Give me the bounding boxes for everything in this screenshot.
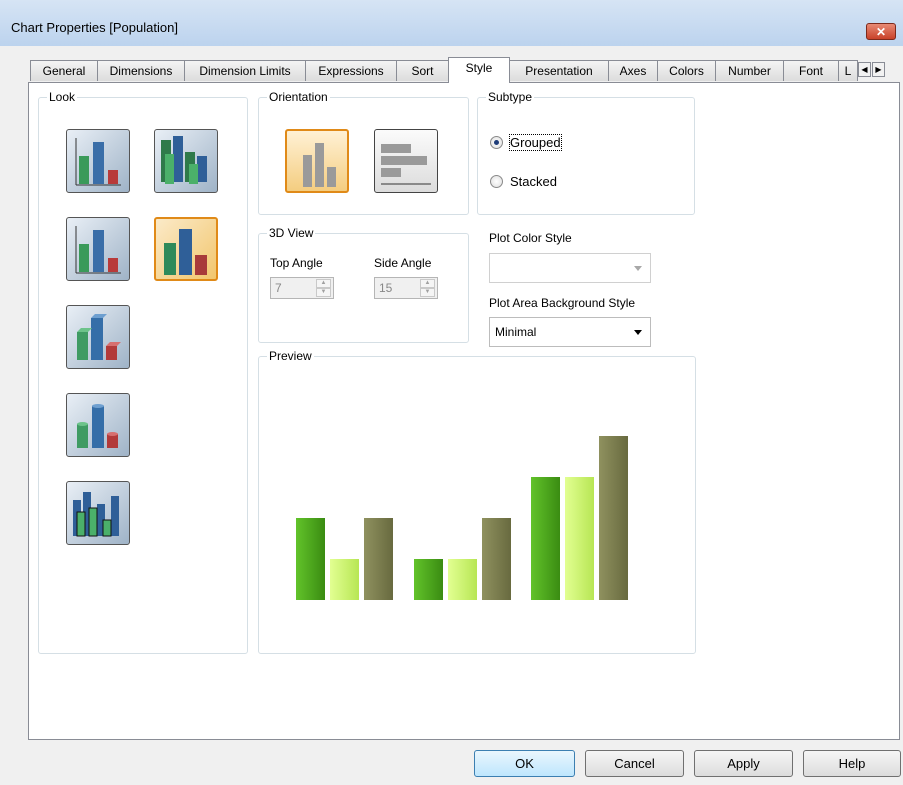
3d-clustered-bars-icon: [73, 492, 119, 537]
look-option-flat-bars-selected[interactable]: [154, 217, 218, 281]
close-button[interactable]: ✕: [866, 23, 896, 40]
tab-expressions[interactable]: Expressions: [305, 60, 397, 81]
orientation-horizontal-button[interactable]: [374, 129, 438, 193]
preview-chart: [296, 436, 628, 600]
preview-bar: [448, 559, 477, 600]
dialog-title: Chart Properties [Population]: [11, 20, 178, 35]
flat-bars-icon: [75, 138, 121, 186]
radio-checked-icon: [490, 136, 503, 149]
subtype-grouped-label: Grouped: [509, 134, 562, 151]
orientation-vertical-button[interactable]: [285, 129, 349, 193]
tab-dimensions[interactable]: Dimensions: [97, 60, 185, 81]
tab-layout-partial[interactable]: L: [838, 60, 858, 81]
spinner-arrows: ▲ ▼: [316, 279, 331, 297]
look-label: Look: [47, 90, 78, 104]
spin-up-icon[interactable]: ▲: [420, 279, 435, 288]
preview-group: Preview: [258, 349, 696, 654]
chevron-down-icon: [634, 266, 642, 271]
cylinder-bars-icon: [77, 404, 118, 448]
preview-bar: [364, 518, 393, 600]
vertical-bars-icon: [303, 143, 336, 187]
preview-bar: [531, 477, 560, 600]
look-option-flat-bars-shaded[interactable]: [66, 217, 130, 281]
preview-bar: [482, 518, 511, 600]
help-button[interactable]: Help: [803, 750, 901, 777]
plot-area-background-label: Plot Area Background Style: [489, 296, 636, 310]
tab-bar: General Dimensions Dimension Limits Expr…: [30, 57, 900, 83]
tab-font[interactable]: Font: [783, 60, 839, 81]
preview-bar: [296, 518, 325, 600]
top-angle-label: Top Angle: [270, 256, 323, 270]
preview-bar: [330, 559, 359, 600]
flat-bars-shaded-icon: [75, 226, 121, 274]
3d-bars-shaded-icon: [77, 314, 121, 360]
look-option-flat-bars[interactable]: [66, 129, 130, 193]
tab-number[interactable]: Number: [715, 60, 784, 81]
plot-area-background-value: Minimal: [495, 325, 537, 339]
chart-properties-dialog: Chart Properties [Population] ✕ General …: [0, 0, 903, 785]
tab-style[interactable]: Style: [448, 57, 510, 83]
preview-bar: [565, 477, 594, 600]
look-option-3d-bars[interactable]: [154, 129, 218, 193]
tab-scroll-left-icon[interactable]: ◀: [858, 62, 871, 77]
plot-color-style-dropdown[interactable]: [489, 253, 651, 283]
3d-bars-icon: [161, 136, 207, 184]
tab-scroll-right-icon[interactable]: ▶: [872, 62, 885, 77]
spin-down-icon[interactable]: ▼: [316, 288, 331, 297]
chevron-down-icon: [634, 330, 642, 335]
flat-bars-selected-icon: [164, 229, 207, 275]
tab-colors[interactable]: Colors: [657, 60, 716, 81]
side-angle-label: Side Angle: [374, 256, 432, 270]
radio-unchecked-icon: [490, 175, 503, 188]
plot-color-style-label: Plot Color Style: [489, 231, 572, 245]
3d-view-label: 3D View: [267, 226, 316, 240]
preview-bar: [599, 436, 628, 600]
tab-axes[interactable]: Axes: [608, 60, 658, 81]
top-angle-spinner[interactable]: 7 ▲ ▼: [270, 277, 334, 299]
side-angle-value: 15: [379, 281, 393, 295]
top-angle-value: 7: [275, 281, 282, 295]
look-option-cylinder-bars[interactable]: [66, 393, 130, 457]
look-option-3d-bars-shaded[interactable]: [66, 305, 130, 369]
plot-area-background-dropdown[interactable]: Minimal: [489, 317, 651, 347]
cancel-button[interactable]: Cancel: [585, 750, 684, 777]
orientation-group: Orientation: [258, 90, 469, 215]
orientation-label: Orientation: [267, 90, 330, 104]
subtype-label: Subtype: [486, 90, 535, 104]
style-tab-page: Look Orientation Subtype Grouped Stacked…: [28, 82, 900, 740]
subtype-group: Subtype Grouped Stacked: [477, 90, 695, 215]
look-option-3d-clustered-bars[interactable]: [66, 481, 130, 545]
side-angle-spinner[interactable]: 15 ▲ ▼: [374, 277, 438, 299]
spinner-arrows: ▲ ▼: [420, 279, 435, 297]
tab-presentation[interactable]: Presentation: [509, 60, 609, 81]
horizontal-bars-icon: [381, 144, 431, 185]
spin-down-icon[interactable]: ▼: [420, 288, 435, 297]
ok-button[interactable]: OK: [474, 750, 575, 777]
preview-bar: [414, 559, 443, 600]
tab-general[interactable]: General: [30, 60, 98, 81]
spin-up-icon[interactable]: ▲: [316, 279, 331, 288]
3d-view-group: 3D View Top Angle 7 ▲ ▼ Side Angle 15 ▲ …: [258, 226, 469, 343]
title-bar: Chart Properties [Population] ✕: [0, 0, 903, 46]
tab-sort[interactable]: Sort: [396, 60, 449, 81]
tab-dimension-limits[interactable]: Dimension Limits: [184, 60, 306, 81]
subtype-stacked-label: Stacked: [510, 174, 557, 189]
apply-button[interactable]: Apply: [694, 750, 793, 777]
look-group: Look: [38, 90, 248, 654]
